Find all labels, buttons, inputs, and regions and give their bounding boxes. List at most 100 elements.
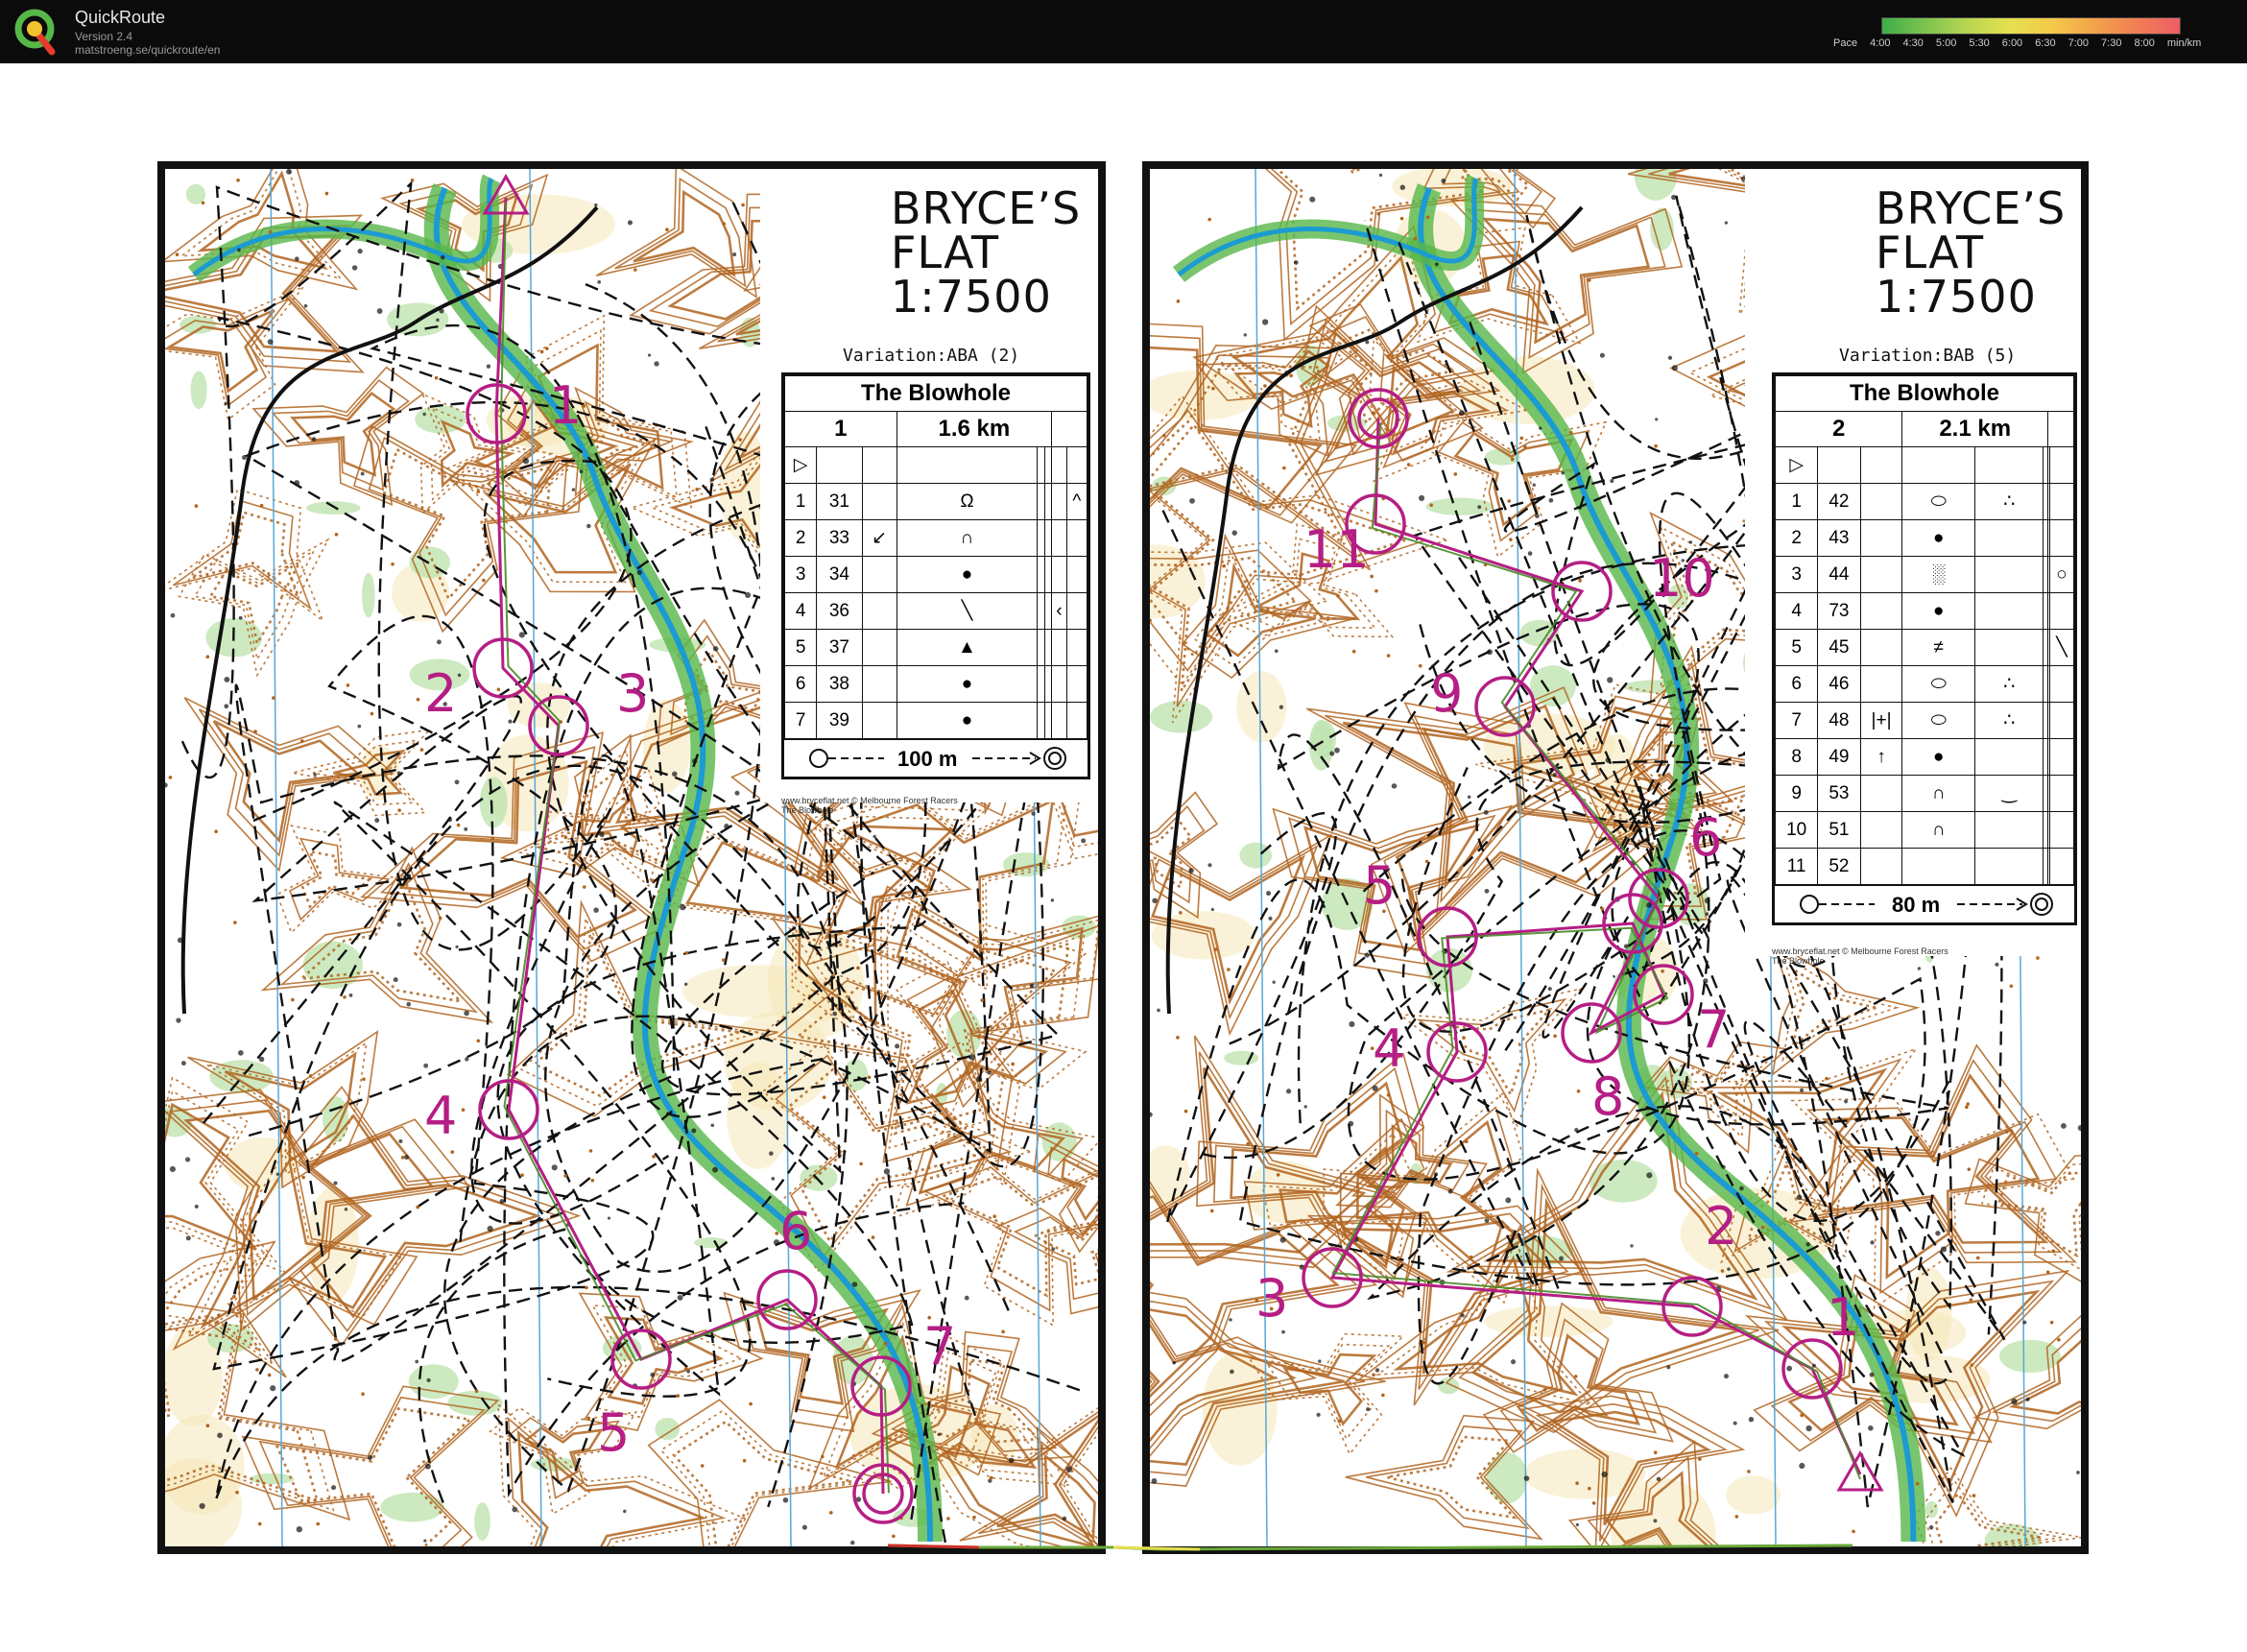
control-number-label: 6: [779, 1201, 813, 1261]
feature-symbol: ≠: [1901, 629, 1976, 666]
location-symbol: [1065, 592, 1088, 630]
control-number-label: 5: [597, 1402, 631, 1463]
control-number-label: 7: [1697, 999, 1731, 1060]
appearance-symbol: [1974, 738, 2044, 776]
control-row: 3 44 ░ ○: [1774, 556, 2075, 593]
control-seq: 5: [783, 629, 818, 666]
control-code: 36: [816, 592, 863, 630]
appearance-symbol: ∴: [1974, 665, 2044, 703]
control-row: 11 52: [1774, 848, 2075, 885]
map-title: BRYCE’S FLAT 1:7500: [1876, 186, 2066, 319]
control-description-table: The Blowhole 1 1.6 km ▷ 1 31 Ω ^ 2 33 ↙ ∩ 3 34 ● 4 3…: [781, 372, 1090, 779]
feature-symbol: ●: [1901, 592, 1976, 630]
pace-tick: 7:30: [2101, 37, 2122, 49]
feature-symbol: Ω: [896, 483, 1039, 520]
which-feature-symbol: [861, 702, 897, 739]
location-symbol: [2048, 811, 2075, 849]
control-row: 5 45 ≠ ╲: [1774, 629, 2075, 666]
pace-tick: 4:30: [1902, 37, 1924, 49]
control-seq: 10: [1774, 811, 1819, 849]
control-number-label: 4: [1373, 1018, 1406, 1079]
location-symbol: [2048, 848, 2075, 885]
detail-symbol: [1051, 556, 1067, 593]
control-row: 8 49 ↑ ●: [1774, 738, 2075, 776]
start-triangle-icon: ▷: [1774, 446, 1819, 484]
control-seq: 1: [783, 483, 818, 520]
control-seq: 4: [783, 592, 818, 630]
finish-row: 100 m: [784, 739, 1088, 777]
pace-tick: 5:00: [1935, 37, 1957, 49]
control-number-label: 10: [1649, 548, 1715, 609]
control-seq: 6: [1774, 665, 1819, 703]
quickroute-logo-icon: [14, 9, 56, 56]
appearance-symbol: [1974, 629, 2044, 666]
control-rows: 1 31 Ω ^ 2 33 ↙ ∩ 3 34 ● 4 36 ╲ ‹ 5 37 ▲ 6 38 ● 7 39 ●: [783, 483, 1088, 739]
feature-symbol: ●: [896, 556, 1039, 593]
course-length: 1.6 km: [896, 411, 1053, 447]
control-code: 52: [1817, 848, 1861, 885]
appearance-symbol: [1974, 811, 2044, 849]
which-feature-symbol: [1859, 592, 1903, 630]
control-number-label: 1: [1827, 1287, 1860, 1348]
pace-tick-labels: Pace 4:00 4:30 5:00 5:30 6:00 6:30 7:00 7:30 8:00…: [1833, 37, 2213, 49]
pace-tick: 4:00: [1870, 37, 1891, 49]
pace-tick: 5:30: [1969, 37, 1990, 49]
which-feature-symbol: [1859, 629, 1903, 666]
control-number-label: 1: [549, 375, 583, 436]
detail-symbol: ‹: [1051, 592, 1067, 630]
which-feature-symbol: ↙: [861, 519, 897, 557]
control-code: 38: [816, 665, 863, 703]
feature-symbol: ∩: [1901, 775, 1976, 812]
feature-symbol: ∩: [896, 519, 1039, 557]
location-symbol: [2048, 519, 2075, 557]
control-rows: 1 42 ⬭ ∴ 2 43 ● 3 44 ░ ○ 4 73 ● 5 45 ≠ ╲ 6 46 ⬭ ∴ 7 48 |+| ⬭ ∴ 8 49 ↑…: [1774, 483, 2075, 885]
control-row: 1 31 Ω ^: [783, 483, 1088, 520]
control-code: 46: [1817, 665, 1861, 703]
control-number-label: 9: [1430, 663, 1464, 724]
which-feature-symbol: [1859, 848, 1903, 885]
variation-label: Variation:BAB (5): [1839, 346, 2017, 366]
control-row: 9 53 ∩ ‿: [1774, 775, 2075, 812]
orienteering-map-right[interactable]: BRYCE’S FLAT 1:7500 Variation:BAB (5) Th…: [1142, 161, 2089, 1554]
control-number-label: 7: [923, 1316, 957, 1377]
control-number-label: 2: [1705, 1196, 1738, 1257]
control-row: 7 48 |+| ⬭ ∴: [1774, 702, 2075, 739]
control-seq: 3: [783, 556, 818, 593]
feature-symbol: ●: [1901, 738, 1976, 776]
feature-symbol: [1901, 848, 1976, 885]
location-symbol: ^: [1065, 483, 1088, 520]
control-seq: 11: [1774, 848, 1819, 885]
control-seq: 3: [1774, 556, 1819, 593]
feature-symbol: ●: [896, 702, 1039, 739]
control-code: 73: [1817, 592, 1861, 630]
control-row: 4 73 ●: [1774, 592, 2075, 630]
control-row: 5 37 ▲: [783, 629, 1088, 666]
appearance-symbol: [1974, 556, 2044, 593]
feature-symbol: ●: [1901, 519, 1976, 557]
orienteering-map-left[interactable]: BRYCE’S FLAT 1:7500 Variation:ABA (2) Th…: [157, 161, 1106, 1554]
pace-tick: 7:00: [2068, 37, 2090, 49]
which-feature-symbol: [861, 592, 897, 630]
map-title-line: 1:7500: [891, 271, 1052, 323]
which-feature-symbol: ↑: [1859, 738, 1903, 776]
detail-symbol: [1051, 702, 1067, 739]
control-code: 51: [1817, 811, 1861, 849]
control-seq: 9: [1774, 775, 1819, 812]
control-code: 49: [1817, 738, 1861, 776]
control-number-label: 11: [1303, 519, 1370, 580]
control-code: 48: [1817, 702, 1861, 739]
control-row: 4 36 ╲ ‹: [783, 592, 1088, 630]
feature-symbol: ⬭: [1901, 483, 1976, 520]
map-title-line: FLAT: [891, 227, 1000, 278]
start-triangle-icon: ▷: [783, 446, 818, 484]
pace-tick: 6:00: [2001, 37, 2023, 49]
which-feature-symbol: [1859, 483, 1903, 520]
control-code: 43: [1817, 519, 1861, 557]
control-number-label: 3: [616, 663, 650, 724]
location-symbol: ╲: [2048, 629, 2075, 666]
feature-symbol: ●: [896, 665, 1039, 703]
location-symbol: [1065, 629, 1088, 666]
map-credit: www.bryceflat.net © Melbourne Forest Rac…: [1772, 946, 1948, 966]
control-number-label: 5: [1363, 855, 1397, 916]
detail-symbol: [1051, 519, 1067, 557]
